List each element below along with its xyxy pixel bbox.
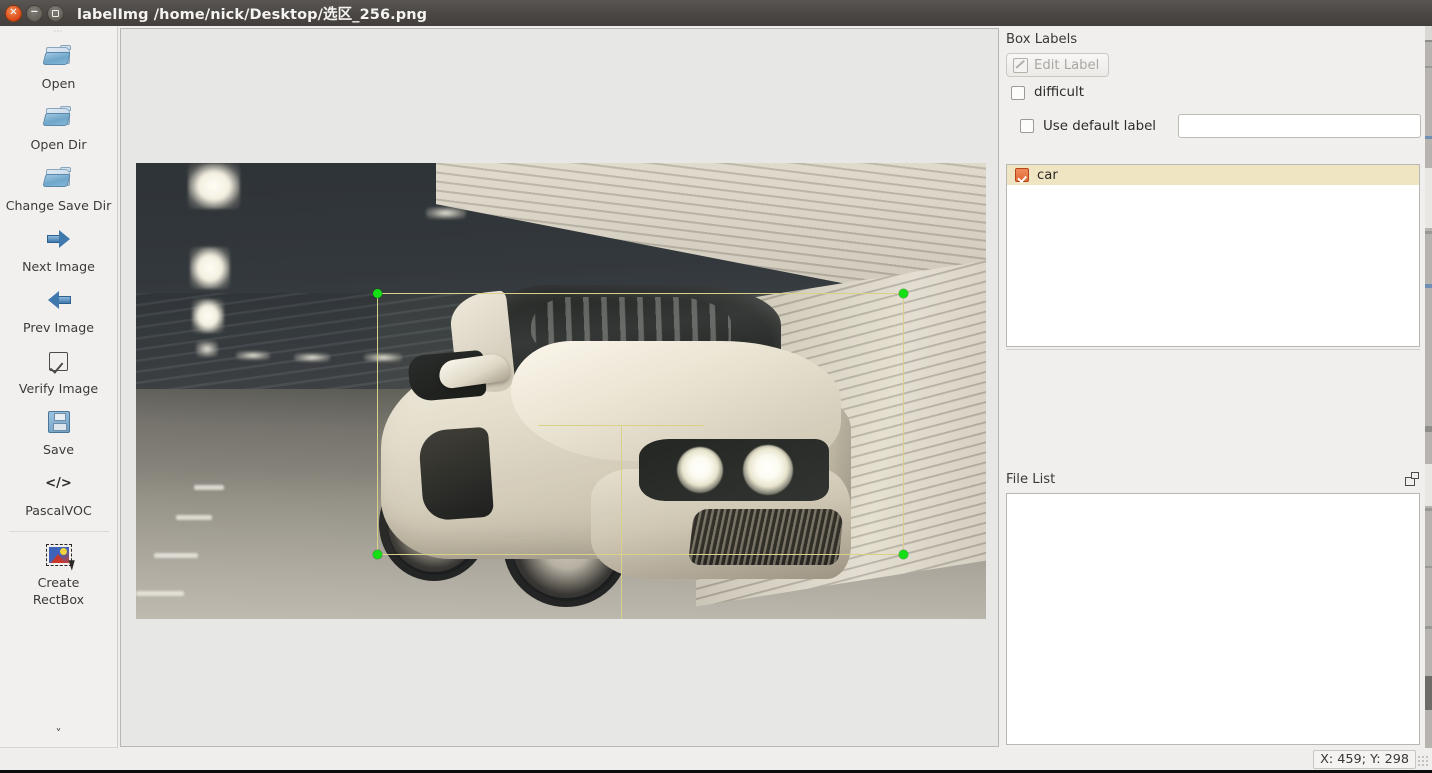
crosshair-vertical [621,425,622,619]
maximize-icon [52,9,59,17]
background-window-edge [1425,26,1432,748]
box-labels-list[interactable]: car [1006,164,1420,347]
ceiling-light [236,351,270,360]
minimize-icon: − [30,6,39,18]
ceiling-light [426,207,466,219]
close-icon: × [9,6,18,18]
minimize-window-button[interactable]: − [26,4,43,22]
road-dash [194,485,224,490]
road-dash [154,553,198,558]
toolbar-item-pascalvoc[interactable]: </> PascalVOC [0,464,118,525]
ceiling-light [188,163,240,209]
file-list-dock-title: File List [1001,467,1425,491]
toolbar-item-open-dir[interactable]: Open Dir [0,98,118,159]
status-bar: X: 459; Y: 298 [0,748,1432,770]
box-labels-dock-title: Box Labels [1001,27,1425,51]
list-item[interactable]: car [1007,165,1419,185]
bbox-handle-bottom-right[interactable] [899,550,908,559]
right-panel: Box Labels Edit Label difficult Use defa… [1001,27,1425,748]
float-dock-icon[interactable] [1405,472,1419,486]
bbox-handle-bottom-left[interactable] [373,550,382,559]
use-default-label-row[interactable]: Use default label [1020,114,1421,138]
image-canvas[interactable] [120,28,999,747]
left-toolbar: ⋯ Open Open Dir Change Save Dir Next Ima… [0,26,118,748]
toolbar-label-save: Save [43,442,74,457]
annotated-photo[interactable] [136,163,986,619]
resize-grip[interactable] [1417,755,1429,767]
label-item-text: car [1037,167,1058,183]
default-label-input[interactable] [1178,114,1421,138]
use-default-label-checkbox[interactable] [1020,119,1034,133]
folder-open-icon [41,41,76,71]
toolbar-item-verify-image[interactable]: Verify Image [0,342,118,403]
panel-splitter[interactable] [1006,349,1420,350]
create-rectbox-icon [42,540,78,571]
toolbar-label-prev-image: Prev Image [23,320,94,335]
window-title: labelImg /home/nick/Desktop/选区_256.png [77,6,428,23]
toolbar-item-change-save-dir[interactable]: Change Save Dir [0,159,118,220]
toolbar-item-save[interactable]: Save [0,403,118,464]
floppy-disk-icon [42,407,76,437]
toolbar-item-prev-image[interactable]: Prev Image [0,281,118,342]
box-labels-body: Edit Label difficult Use default label [1001,51,1425,138]
arrow-left-icon [42,285,76,315]
toolbar-label-verify-image: Verify Image [18,381,99,396]
window-controls: × − [0,4,64,22]
cursor-coordinates: X: 459; Y: 298 [1313,749,1416,769]
folder-open-dir-icon [41,102,76,132]
labelimg-window: × − labelImg /home/nick/Desktop/选区_256.p… [0,0,1432,773]
label-item-checkbox[interactable] [1015,168,1029,182]
toolbar-label-open-dir: Open Dir [30,137,87,152]
toolbar-expand-chevron-down-icon[interactable]: ˅ [0,721,118,747]
maximize-window-button[interactable] [47,4,64,22]
toolbar-item-next-image[interactable]: Next Image [0,220,118,281]
code-tags-icon: </> [45,475,72,491]
ceiling-light [192,299,224,333]
crosshair-horizontal [538,425,704,426]
canvas-area [119,27,1000,748]
ceiling-light [190,247,230,289]
toolbar-item-create-rectbox[interactable]: Create RectBox [0,536,118,614]
pencil-edit-icon [1013,57,1028,73]
folder-change-save-dir-icon [41,163,76,193]
close-window-button[interactable]: × [5,4,22,22]
ceiling-light [294,353,330,362]
edit-label-button-text: Edit Label [1034,57,1100,73]
checkbox-check-icon [42,346,76,376]
toolbar-grip[interactable]: ⋯ [51,27,67,37]
bbox-handle-top-right[interactable] [899,289,908,298]
difficult-checkbox[interactable] [1011,85,1025,100]
road-dash [176,515,212,520]
box-labels-title: Box Labels [1006,31,1078,47]
difficult-label: difficult [1034,85,1084,100]
use-default-label-text: Use default label [1043,118,1157,134]
road-dash [136,591,184,596]
toolbar-item-open[interactable]: Open [0,37,118,98]
toolbar-label-next-image: Next Image [22,259,95,274]
toolbar-label-pascalvoc: PascalVOC [25,503,92,518]
toolbar-label-open: Open [41,76,76,91]
arrow-right-icon [42,224,76,254]
bounding-box-car[interactable] [373,289,908,559]
title-bar[interactable]: × − labelImg /home/nick/Desktop/选区_256.p… [0,0,1432,26]
toolbar-separator [8,531,109,532]
edit-label-button[interactable]: Edit Label [1006,53,1110,77]
bbox-handle-top-left[interactable] [373,289,382,298]
toolbar-label-create-rectbox: Create RectBox [32,575,85,607]
ceiling-light [196,341,218,357]
toolbar-label-change-save-dir: Change Save Dir [5,198,112,213]
difficult-checkbox-row[interactable]: difficult [1011,85,1421,100]
file-list[interactable] [1006,493,1420,745]
file-list-title: File List [1006,471,1056,487]
